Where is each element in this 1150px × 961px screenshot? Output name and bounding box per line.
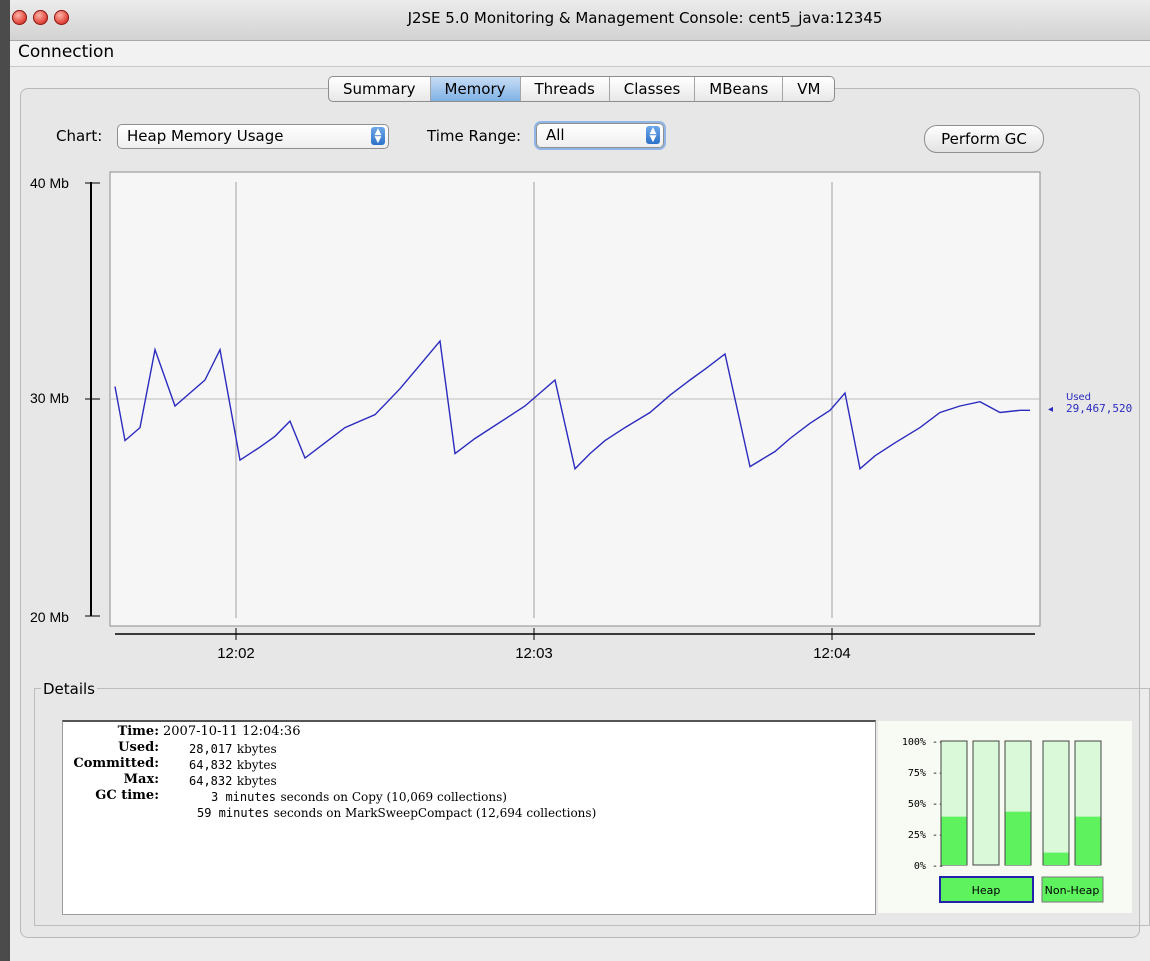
desktop-edge	[0, 0, 10, 961]
memory-pools-panel: 100% -- 75% -- 50% -- 25% -- 0% -- Heap …	[878, 721, 1132, 913]
pool-tick-label: 25% --	[908, 830, 944, 841]
heap-pool-bar[interactable]	[972, 740, 1000, 866]
y-tick-label: 20 Mb	[30, 609, 69, 625]
used-label: Used:	[118, 740, 159, 755]
gc-copy-number: 3 minutes	[211, 790, 277, 804]
gc-marksweep-value: 59 minutes seconds on MarkSweepCompact (…	[197, 805, 596, 821]
gc-marksweep-text: seconds on MarkSweepCompact (12,694 coll…	[273, 806, 597, 820]
memory-pools-chart: 100% -- 75% -- 50% -- 25% -- 0% -- Heap …	[902, 737, 1104, 903]
pool-tick-label: 100% --	[902, 737, 944, 748]
x-tick-label: 12:04	[813, 645, 851, 662]
used-current-value: 29,467,520	[1066, 402, 1132, 415]
x-tick-label: 12:03	[515, 645, 553, 662]
committed-unit: kbytes	[236, 758, 277, 772]
current-marker-icon: ◂	[1048, 404, 1053, 415]
gc-marksweep-number: 59 minutes	[197, 806, 270, 820]
heap-button-label: Heap	[972, 884, 1001, 897]
gc-copy-text: seconds on Copy (10,069 collections)	[280, 790, 507, 804]
details-title: Details	[41, 680, 98, 698]
pool-tick-label: 0% --	[914, 861, 944, 872]
max-value: 64,832 kbytes	[189, 773, 277, 789]
x-tick-label: 12:02	[217, 645, 255, 662]
y-ticks: 40 Mb 30 Mb 20 Mb	[30, 175, 100, 625]
non-heap-pool-bar-fill	[1043, 852, 1069, 865]
details-info-box: Time: 2007-10-11 12:04:36 Used: Committe…	[62, 720, 876, 915]
committed-number: 64,832	[189, 758, 233, 772]
non-heap-pool-bar-fill	[1075, 816, 1101, 865]
y-tick-label: 40 Mb	[30, 175, 69, 191]
max-unit: kbytes	[236, 774, 277, 788]
pool-tick-label: 75% --	[908, 768, 944, 779]
time-label: Time:	[117, 724, 159, 739]
gc-time-label: GC time:	[95, 788, 159, 803]
heap-memory-chart: 40 Mb 30 Mb 20 Mb 12:02 12:03 12:04 ◂ Us…	[30, 171, 1132, 662]
pool-tick-label: 50% --	[908, 799, 944, 810]
y-tick-label: 30 Mb	[30, 390, 69, 406]
used-number: 28,017	[189, 742, 233, 756]
committed-value: 64,832 kbytes	[189, 757, 277, 773]
max-number: 64,832	[189, 774, 233, 788]
non-heap-pool-bar[interactable]	[1042, 740, 1070, 866]
heap-pool-bar-fill	[1005, 811, 1031, 865]
time-value: 2007-10-11 12:04:36	[163, 724, 301, 739]
used-unit: kbytes	[236, 742, 277, 756]
non-heap-button-label: Non-Heap	[1045, 884, 1100, 897]
committed-label: Committed:	[73, 756, 159, 771]
console-window: J2SE 5.0 Monitoring & Management Console…	[10, 0, 1150, 961]
used-value: 28,017 kbytes	[189, 741, 277, 757]
gc-copy-value: 3 minutes seconds on Copy (10,069 collec…	[211, 789, 507, 805]
max-label: Max:	[123, 772, 159, 787]
heap-pool-bar-fill	[941, 816, 967, 865]
